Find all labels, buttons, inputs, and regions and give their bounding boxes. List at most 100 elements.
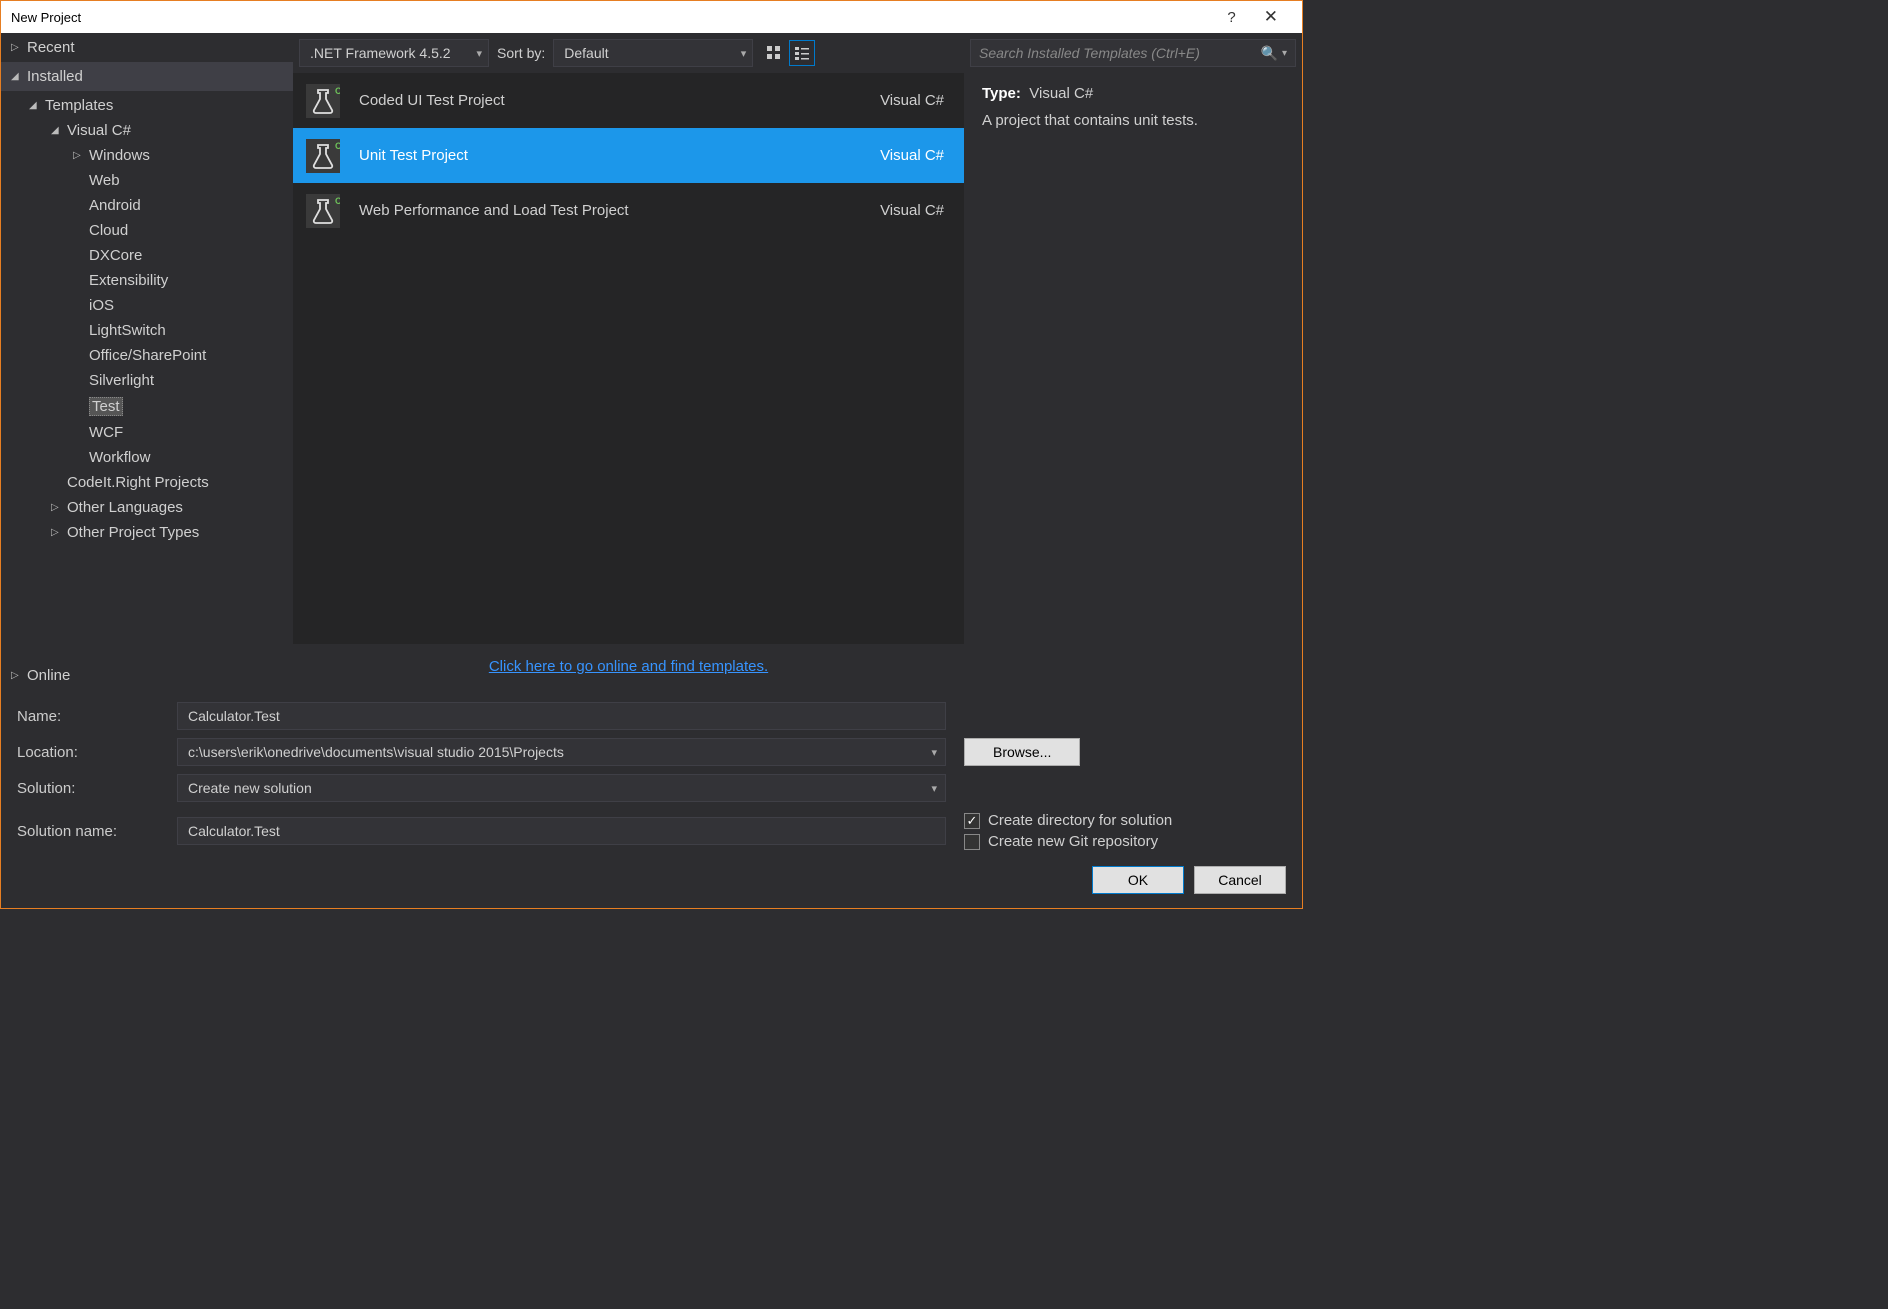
cancel-button[interactable]: Cancel: [1194, 866, 1286, 894]
solution-dropdown[interactable]: Create new solution: [177, 774, 946, 802]
tree-templates[interactable]: ◢ Templates: [1, 93, 285, 118]
tree-category[interactable]: iOS: [1, 293, 285, 318]
sidebar-installed-label: Installed: [27, 68, 83, 85]
chevron-down-icon[interactable]: ▾: [1278, 48, 1287, 59]
solution-name-input[interactable]: Calculator.Test: [177, 817, 946, 845]
name-value: Calculator.Test: [188, 708, 280, 724]
framework-dropdown[interactable]: .NET Framework 4.5.2: [299, 39, 489, 67]
tree-visual-csharp-label: Visual C#: [67, 122, 131, 139]
checkbox-icon: [964, 834, 980, 850]
tree-category[interactable]: LightSwitch: [1, 318, 285, 343]
flask-icon: [303, 81, 343, 121]
sort-value: Default: [564, 45, 608, 61]
template-name: Coded UI Test Project: [359, 92, 864, 109]
close-icon[interactable]: ✕: [1250, 7, 1292, 27]
template-description: A project that contains unit tests.: [982, 112, 1284, 129]
sidebar-installed[interactable]: ◢ Installed: [1, 62, 293, 91]
template-language: Visual C#: [880, 147, 944, 164]
tree-category-label: Office/SharePoint: [89, 347, 206, 364]
sort-dropdown[interactable]: Default: [553, 39, 753, 67]
title-bar: New Project ? ✕: [1, 1, 1302, 33]
tree-category-label: iOS: [89, 297, 114, 314]
tree-category[interactable]: Android: [1, 193, 285, 218]
template-name: Unit Test Project: [359, 147, 864, 164]
browse-button[interactable]: Browse...: [964, 738, 1080, 766]
tree-category-label: DXCore: [89, 247, 142, 264]
tree-category[interactable]: ▷ Windows: [1, 143, 285, 168]
tree-other-project-types[interactable]: ▷ Other Project Types: [1, 520, 285, 545]
search-input[interactable]: [979, 45, 1255, 61]
type-label: Type:: [982, 85, 1021, 102]
tree-category-label: Web: [89, 172, 120, 189]
template-name: Web Performance and Load Test Project: [359, 202, 864, 219]
tree-codeit[interactable]: CodeIt.Right Projects: [1, 470, 285, 495]
help-icon[interactable]: ?: [1213, 9, 1249, 26]
chevron-right-icon: ▷: [11, 670, 21, 681]
solution-name-value: Calculator.Test: [188, 823, 280, 839]
online-link-row: Click here to go online and find templat…: [293, 644, 964, 690]
toolbar: .NET Framework 4.5.2 Sort by: Default: [293, 33, 964, 73]
template-row[interactable]: Web Performance and Load Test Project Vi…: [293, 183, 964, 238]
sidebar-tree[interactable]: ◢ Templates ◢ Visual C# ▷ Windows Web Andro…: [1, 91, 293, 661]
create-git-checkbox[interactable]: Create new Git repository: [964, 831, 1286, 852]
solution-value: Create new solution: [188, 780, 312, 796]
bottom-form: Name: Calculator.Test Location: c:\users…: [1, 690, 1302, 856]
tree-category[interactable]: DXCore: [1, 243, 285, 268]
chevron-right-icon: ▷: [11, 42, 21, 53]
tree-category[interactable]: Web: [1, 168, 285, 193]
template-row[interactable]: Unit Test Project Visual C#: [293, 128, 964, 183]
create-git-label: Create new Git repository: [988, 833, 1158, 850]
chevron-down-icon: ◢: [29, 100, 39, 111]
flask-icon: [303, 136, 343, 176]
solution-name-label: Solution name:: [17, 823, 177, 840]
tree-category-label: Silverlight: [89, 372, 154, 389]
tree-category[interactable]: WCF: [1, 420, 285, 445]
tree-category-label: Windows: [89, 147, 150, 164]
template-list[interactable]: Coded UI Test Project Visual C# Unit Tes…: [293, 73, 964, 644]
template-language: Visual C#: [880, 92, 944, 109]
search-box[interactable]: 🔍 ▾: [970, 39, 1296, 67]
location-label: Location:: [17, 744, 177, 761]
chevron-down-icon: ◢: [11, 71, 21, 82]
tree-category[interactable]: Extensibility: [1, 268, 285, 293]
description-panel: Type: Visual C# A project that contains …: [964, 73, 1302, 141]
tree-category[interactable]: Cloud: [1, 218, 285, 243]
tree-category-label: Extensibility: [89, 272, 168, 289]
tree-category-label: Workflow: [89, 449, 150, 466]
sidebar-online[interactable]: ▷ Online: [1, 661, 293, 690]
tree-category[interactable]: Silverlight: [1, 368, 285, 393]
tree-category-label: LightSwitch: [89, 322, 166, 339]
create-directory-checkbox[interactable]: ✓ Create directory for solution: [964, 810, 1286, 831]
grid-view-icon[interactable]: [761, 40, 787, 66]
sidebar-recent[interactable]: ▷ Recent: [1, 33, 293, 62]
tree-category-label: Test: [89, 397, 123, 416]
location-value: c:\users\erik\onedrive\documents\visual …: [188, 744, 564, 760]
location-input[interactable]: c:\users\erik\onedrive\documents\visual …: [177, 738, 946, 766]
chevron-right-icon: ▷: [73, 150, 83, 161]
tree-templates-label: Templates: [45, 97, 113, 114]
right-panel: 🔍 ▾ Type: Visual C# A project that conta…: [964, 33, 1302, 690]
button-row: OK Cancel: [1, 856, 1302, 908]
tree-category-label: Android: [89, 197, 141, 214]
tree-category[interactable]: Test: [1, 393, 285, 420]
online-link[interactable]: Click here to go online and find templat…: [489, 658, 768, 675]
tree-category[interactable]: Workflow: [1, 445, 285, 470]
checkbox-icon: ✓: [964, 813, 980, 829]
name-input[interactable]: Calculator.Test: [177, 702, 946, 730]
tree-other-languages[interactable]: ▷ Other Languages: [1, 495, 285, 520]
search-icon[interactable]: 🔍: [1255, 45, 1278, 62]
solution-label: Solution:: [17, 780, 177, 797]
template-language: Visual C#: [880, 202, 944, 219]
ok-button[interactable]: OK: [1092, 866, 1184, 894]
flask-icon: [303, 191, 343, 231]
template-row[interactable]: Coded UI Test Project Visual C#: [293, 73, 964, 128]
list-view-icon[interactable]: [789, 40, 815, 66]
tree-visual-csharp[interactable]: ◢ Visual C#: [1, 118, 285, 143]
chevron-right-icon: ▷: [51, 502, 61, 513]
search-bar: 🔍 ▾: [964, 33, 1302, 73]
tree-category-label: Cloud: [89, 222, 128, 239]
chevron-down-icon: ◢: [51, 125, 61, 136]
tree-category[interactable]: Office/SharePoint: [1, 343, 285, 368]
center-column: .NET Framework 4.5.2 Sort by: Default: [293, 33, 964, 690]
chevron-right-icon: ▷: [51, 527, 61, 538]
